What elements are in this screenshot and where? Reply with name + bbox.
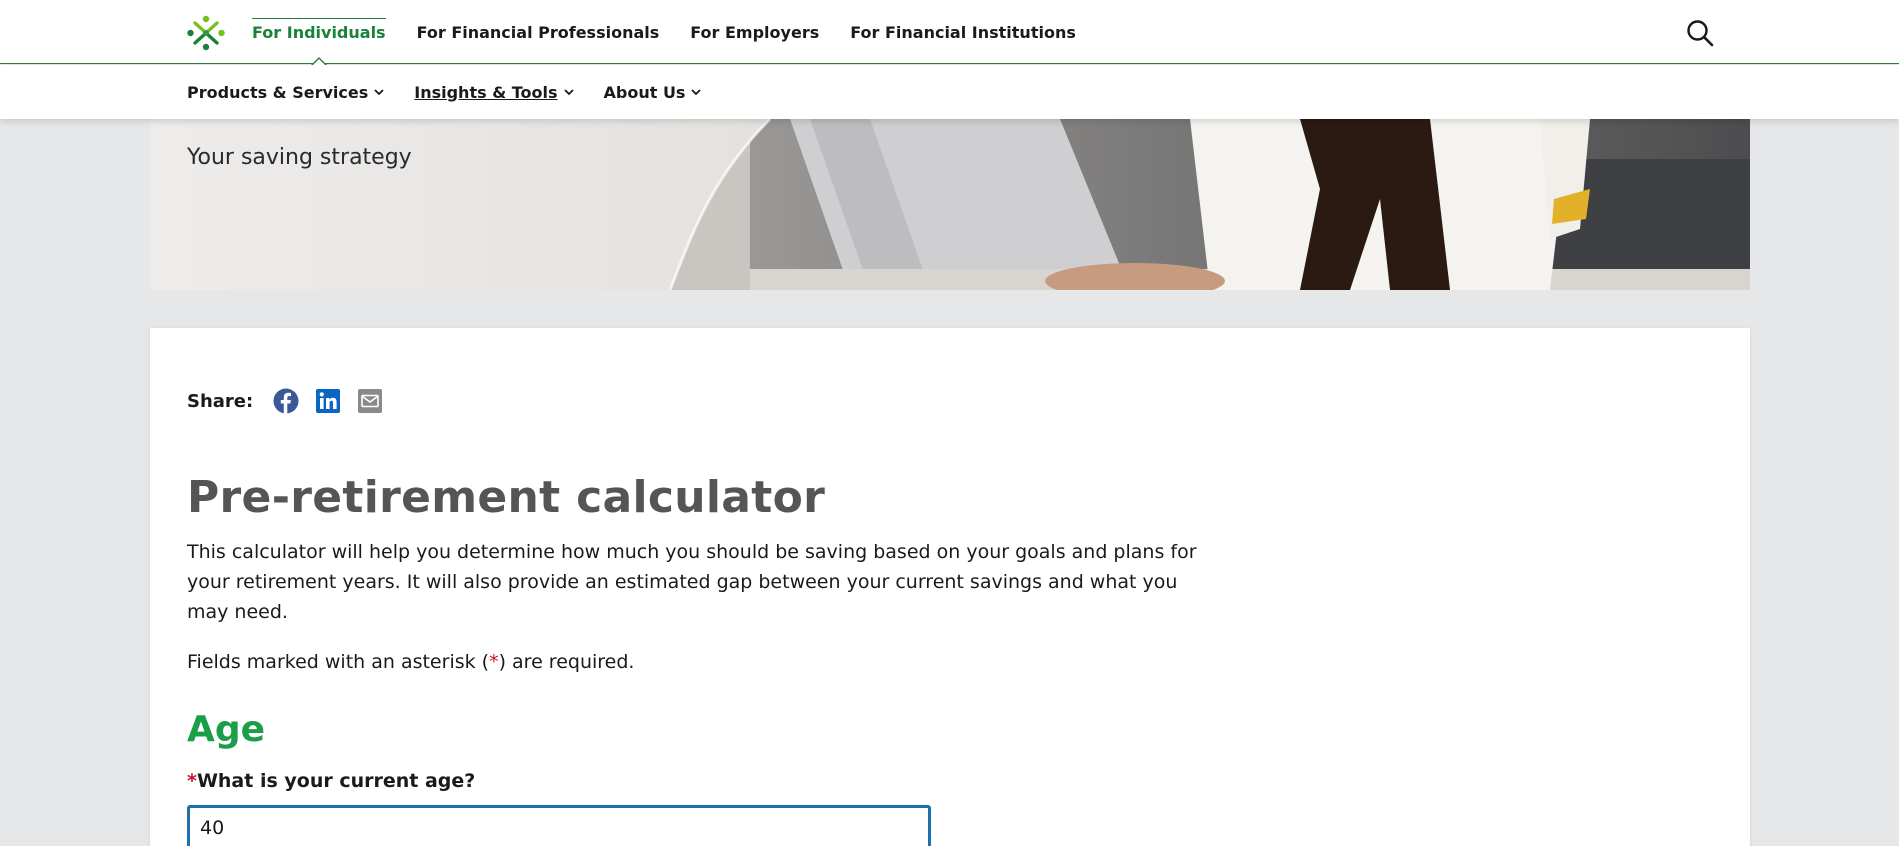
subnav-products-services[interactable]: Products & Services: [187, 83, 384, 102]
nav-for-individuals[interactable]: For Individuals: [252, 0, 386, 66]
search-icon[interactable]: [1686, 19, 1714, 47]
primary-nav: For Individuals For Financial Profession…: [252, 0, 1076, 66]
facebook-icon[interactable]: [273, 388, 299, 414]
linkedin-icon[interactable]: [315, 388, 341, 414]
share-label: Share:: [187, 390, 254, 412]
subnav-insights-tools[interactable]: Insights & Tools: [414, 82, 574, 102]
share-bar: Share:: [187, 388, 383, 414]
nav-for-employers[interactable]: For Employers: [690, 0, 819, 64]
required-fields-note: Fields marked with an asterisk (*) are r…: [187, 651, 634, 673]
calculator-card: Share: Pre-retirement calculator This ca…: [150, 328, 1750, 846]
subnav-label: Products & Services: [187, 82, 369, 102]
subnav-about-us[interactable]: About Us: [604, 83, 702, 102]
hero-banner: Your saving strategy: [150, 119, 1750, 290]
email-icon[interactable]: [357, 388, 383, 414]
subnav-label: About Us: [603, 82, 686, 102]
top-navigation: For Individuals For Financial Profession…: [0, 0, 1899, 66]
chevron-down-icon: [563, 88, 574, 95]
hero-subtitle: Your saving strategy: [187, 145, 412, 170]
page-title: Pre-retirement calculator: [187, 472, 826, 523]
current-age-question: What is your current age?: [196, 770, 476, 792]
secondary-nav: Products & Services Insights & Tools Abo…: [187, 65, 702, 119]
required-asterisk: *: [187, 770, 197, 792]
chevron-down-icon: [691, 88, 702, 95]
required-note-prefix: Fields marked with an asterisk (: [187, 651, 490, 673]
brand-logo-icon[interactable]: [186, 14, 226, 52]
nav-label: For Individuals: [252, 23, 386, 42]
nav-for-financial-institutions[interactable]: For Financial Institutions: [850, 0, 1076, 64]
nav-for-financial-professionals[interactable]: For Financial Professionals: [417, 0, 660, 64]
required-note-suffix: ) are required.: [498, 651, 635, 673]
current-age-label: *What is your current age?: [187, 770, 475, 792]
age-section-heading: Age: [187, 709, 266, 750]
required-asterisk: *: [489, 651, 499, 673]
current-age-input[interactable]: [187, 805, 931, 846]
intro-text: This calculator will help you determine …: [187, 541, 1197, 623]
secondary-navigation: Products & Services Insights & Tools Abo…: [0, 65, 1899, 119]
active-indicator: [311, 59, 326, 66]
subnav-label: Insights & Tools: [414, 82, 558, 102]
chevron-down-icon: [374, 88, 384, 95]
